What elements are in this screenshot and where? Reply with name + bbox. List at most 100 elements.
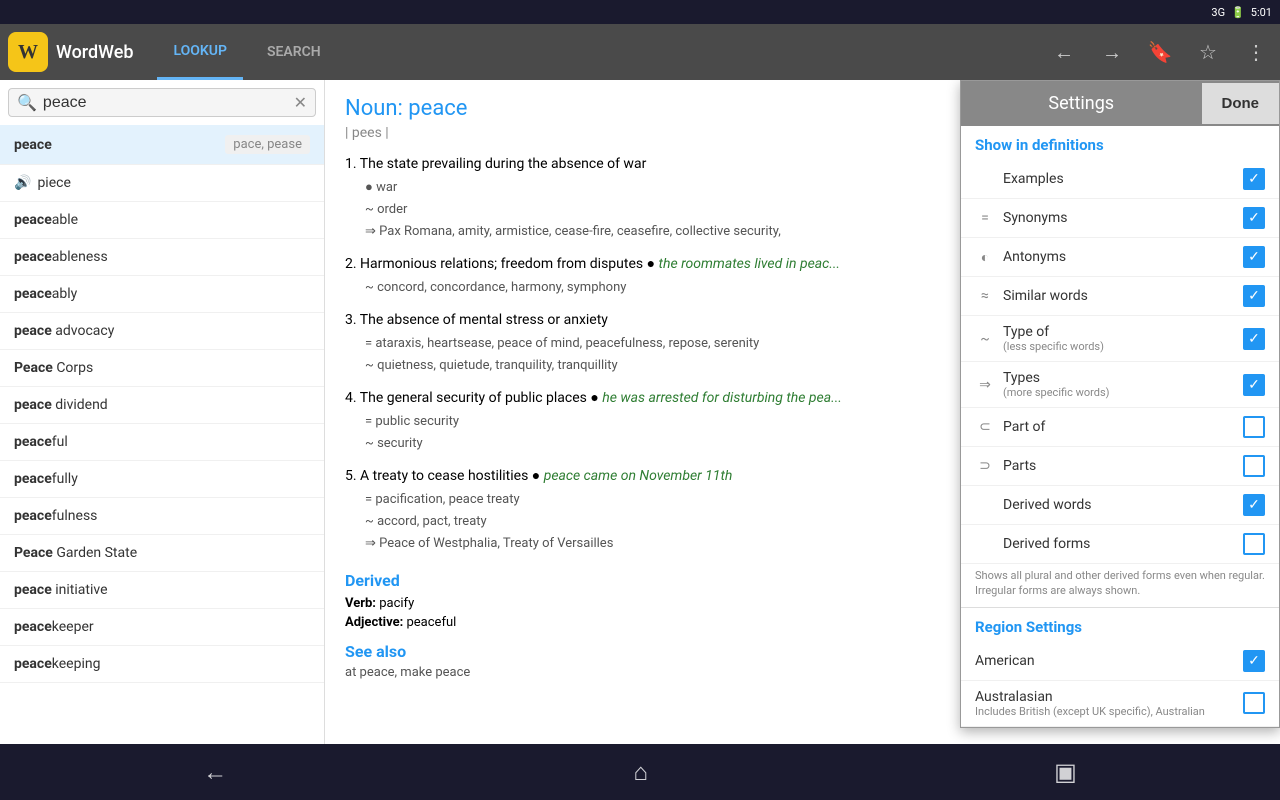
similar-words-label: Similar words (1003, 288, 1243, 304)
network-indicator: 3G (1211, 6, 1225, 19)
parts-checkbox[interactable] (1243, 455, 1265, 477)
setting-row-types[interactable]: ⇒ Types(more specific words) (961, 362, 1279, 408)
type-of-label: Type of(less specific words) (1003, 324, 1243, 353)
word-item-peace-dividend[interactable]: peace dividend (0, 387, 324, 424)
word-label: peace initiative (14, 582, 108, 598)
status-bar: 3G 🔋 5:01 (0, 0, 1280, 24)
setting-row-derived-words[interactable]: Derived words (961, 486, 1279, 525)
word-label: peaceable (14, 212, 78, 228)
derived-words-label: Derived words (1003, 497, 1243, 513)
word-item-peaceful[interactable]: peaceful (0, 424, 324, 461)
word-label: 🔊piece (14, 175, 71, 191)
antonyms-icon: ◐ (975, 249, 995, 266)
parts-label: Parts (1003, 458, 1243, 474)
word-label: peaceful (14, 434, 68, 450)
bookmark-icon[interactable]: 🔖 (1144, 36, 1176, 68)
setting-row-similar-words[interactable]: ≈ Similar words (961, 277, 1279, 316)
search-icon: 🔍 (17, 93, 37, 112)
synonyms-checkbox[interactable] (1243, 207, 1265, 229)
setting-row-parts[interactable]: ⊃ Parts (961, 447, 1279, 486)
australasian-label: AustralasianIncludes British (except UK … (975, 689, 1243, 718)
synonyms-label: Synonyms (1003, 210, 1243, 226)
app-bar-actions: ← → 🔖 ☆ ⋮ (1048, 36, 1272, 68)
tab-lookup[interactable]: LOOKUP (157, 24, 242, 80)
tab-search[interactable]: SEARCH (251, 24, 337, 80)
setting-row-derived-forms[interactable]: Derived forms (961, 525, 1279, 564)
back-nav-btn[interactable]: ← (1048, 36, 1080, 68)
american-checkbox[interactable] (1243, 650, 1265, 672)
word-item-peace-corps[interactable]: Peace Corps (0, 350, 324, 387)
settings-panel: Settings Done Show in definitions Exampl… (960, 80, 1280, 728)
setting-row-examples[interactable]: Examples (961, 160, 1279, 199)
word-item-peaceably[interactable]: peaceably (0, 276, 324, 313)
word-label: peaceably (14, 286, 77, 302)
word-item-peace[interactable]: peace pace, pease (0, 125, 324, 165)
app-icon: W (8, 32, 48, 72)
word-hint: pace, pease (225, 135, 310, 154)
time-display: 5:01 (1251, 6, 1272, 19)
done-button[interactable]: Done (1202, 83, 1280, 124)
setting-row-antonyms[interactable]: ◐ Antonyms (961, 238, 1279, 277)
search-input[interactable] (43, 94, 294, 112)
setting-row-synonyms[interactable]: = Synonyms (961, 199, 1279, 238)
region-settings-label: Region Settings (961, 607, 1279, 642)
setting-row-american[interactable]: American (961, 642, 1279, 681)
type-of-icon: ~ (975, 331, 995, 347)
australasian-checkbox[interactable] (1243, 692, 1265, 714)
star-icon[interactable]: ☆ (1192, 36, 1224, 68)
word-item-peace-garden-state[interactable]: Peace Garden State (0, 535, 324, 572)
word-item-peace-advocacy[interactable]: peace advocacy (0, 313, 324, 350)
word-item-peacefully[interactable]: peacefully (0, 461, 324, 498)
derived-words-checkbox[interactable] (1243, 494, 1265, 516)
derived-forms-note: Shows all plural and other derived forms… (961, 564, 1279, 607)
word-item-peacekeeping[interactable]: peacekeeping (0, 646, 324, 683)
word-item-peacekeeper[interactable]: peacekeeper (0, 609, 324, 646)
derived-forms-checkbox[interactable] (1243, 533, 1265, 555)
setting-row-type-of[interactable]: ~ Type of(less specific words) (961, 316, 1279, 362)
word-item-peaceableness[interactable]: peaceableness (0, 239, 324, 276)
types-checkbox[interactable] (1243, 374, 1265, 396)
settings-title: Settings (961, 81, 1202, 126)
similar-words-checkbox[interactable] (1243, 285, 1265, 307)
word-item-peaceable[interactable]: peaceable (0, 202, 324, 239)
american-label: American (975, 653, 1243, 669)
back-btn[interactable]: ← (203, 758, 227, 787)
examples-checkbox[interactable] (1243, 168, 1265, 190)
word-list-sidebar: 🔍 ✕ peace pace, pease 🔊piece peaceable p… (0, 80, 325, 744)
word-item-peacefulness[interactable]: peacefulness (0, 498, 324, 535)
word-item-peace-initiative[interactable]: peace initiative (0, 572, 324, 609)
app-title: WordWeb (56, 42, 133, 63)
sense-num: 1. (345, 156, 360, 172)
parts-icon: ⊃ (975, 458, 995, 474)
main-content: 🔍 ✕ peace pace, pease 🔊piece peaceable p… (0, 80, 1280, 744)
setting-row-australasian[interactable]: AustralasianIncludes British (except UK … (961, 681, 1279, 727)
part-of-checkbox[interactable] (1243, 416, 1265, 438)
search-box[interactable]: 🔍 ✕ (8, 88, 316, 117)
battery-icon: 🔋 (1231, 6, 1245, 19)
setting-row-part-of[interactable]: ⊂ Part of (961, 408, 1279, 447)
word-label: Peace Garden State (14, 545, 137, 561)
antonyms-label: Antonyms (1003, 249, 1243, 265)
word-label: peaceableness (14, 249, 108, 265)
recent-apps-btn[interactable]: ▣ (1054, 758, 1077, 786)
word-item-piece[interactable]: 🔊piece (0, 165, 324, 202)
home-btn[interactable]: ⌂ (633, 758, 648, 787)
sound-icon: 🔊 (14, 175, 31, 191)
clear-search-btn[interactable]: ✕ (294, 93, 307, 112)
part-of-icon: ⊂ (975, 419, 995, 435)
settings-header: Settings Done (961, 81, 1279, 126)
word-label: peacekeeper (14, 619, 94, 635)
word-label: peacefulness (14, 508, 97, 524)
word-label: peace (14, 137, 52, 153)
app-bar: W WordWeb LOOKUP SEARCH ← → 🔖 ☆ ⋮ (0, 24, 1280, 80)
definition-area: Noun: peace | pees | 1. The state prevai… (325, 80, 1280, 744)
derived-forms-label: Derived forms (1003, 536, 1243, 552)
show-in-definitions-label: Show in definitions (961, 126, 1279, 160)
type-of-checkbox[interactable] (1243, 328, 1265, 350)
more-options-icon[interactable]: ⋮ (1240, 36, 1272, 68)
examples-label: Examples (1003, 171, 1243, 187)
antonyms-checkbox[interactable] (1243, 246, 1265, 268)
types-label: Types(more specific words) (1003, 370, 1243, 399)
word-label: peace dividend (14, 397, 108, 413)
forward-nav-btn[interactable]: → (1096, 36, 1128, 68)
